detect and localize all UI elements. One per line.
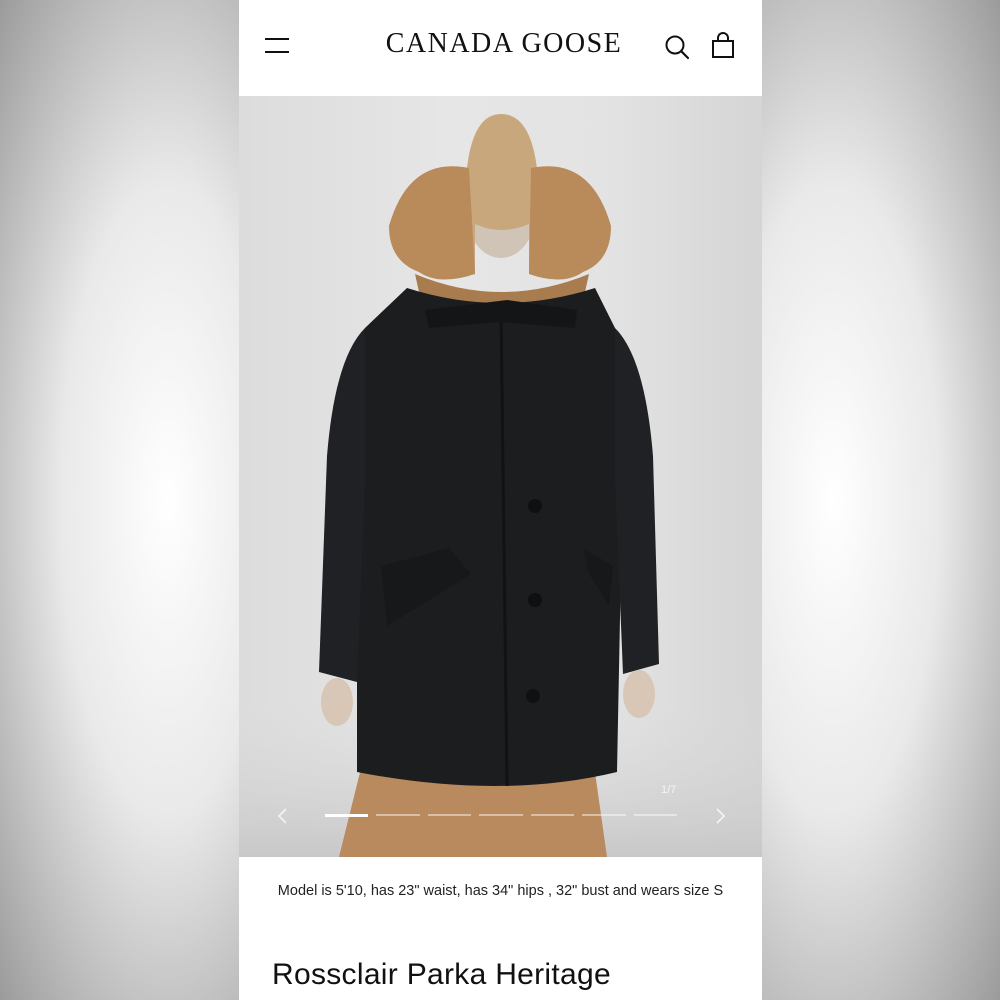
chevron-left-icon[interactable] [273,804,293,828]
hamburger-menu-icon[interactable] [265,36,289,56]
carousel-dot[interactable] [427,814,472,816]
site-header: CANADA GOOSE [239,0,762,96]
product-title: Rossclair Parka Heritage [272,958,611,991]
product-image-carousel[interactable]: 1/7 [239,96,762,857]
shopping-bag-icon[interactable] [710,32,736,60]
carousel-dot[interactable] [376,814,420,816]
carousel-dot[interactable] [530,814,575,816]
carousel-dot[interactable] [325,814,369,817]
search-icon[interactable] [664,34,690,60]
right-blur-panel [762,0,1000,1000]
product-photo-silhouette [239,114,762,857]
carousel-dot[interactable] [633,814,677,816]
model-size-caption: Model is 5'10, has 23" waist, has 34" hi… [277,883,724,899]
chevron-right-icon[interactable] [710,804,730,828]
carousel-indicators [325,814,677,817]
slide-counter: 1/7 [661,784,677,796]
brand-logo[interactable]: CANADA GOOSE [349,28,659,60]
left-blur-panel [0,0,239,1000]
carousel-dot[interactable] [582,814,626,816]
carousel-dot[interactable] [479,814,523,816]
mobile-screen: CANADA GOOSE 1/7 Model is 5'10, has 23" … [239,0,762,1000]
